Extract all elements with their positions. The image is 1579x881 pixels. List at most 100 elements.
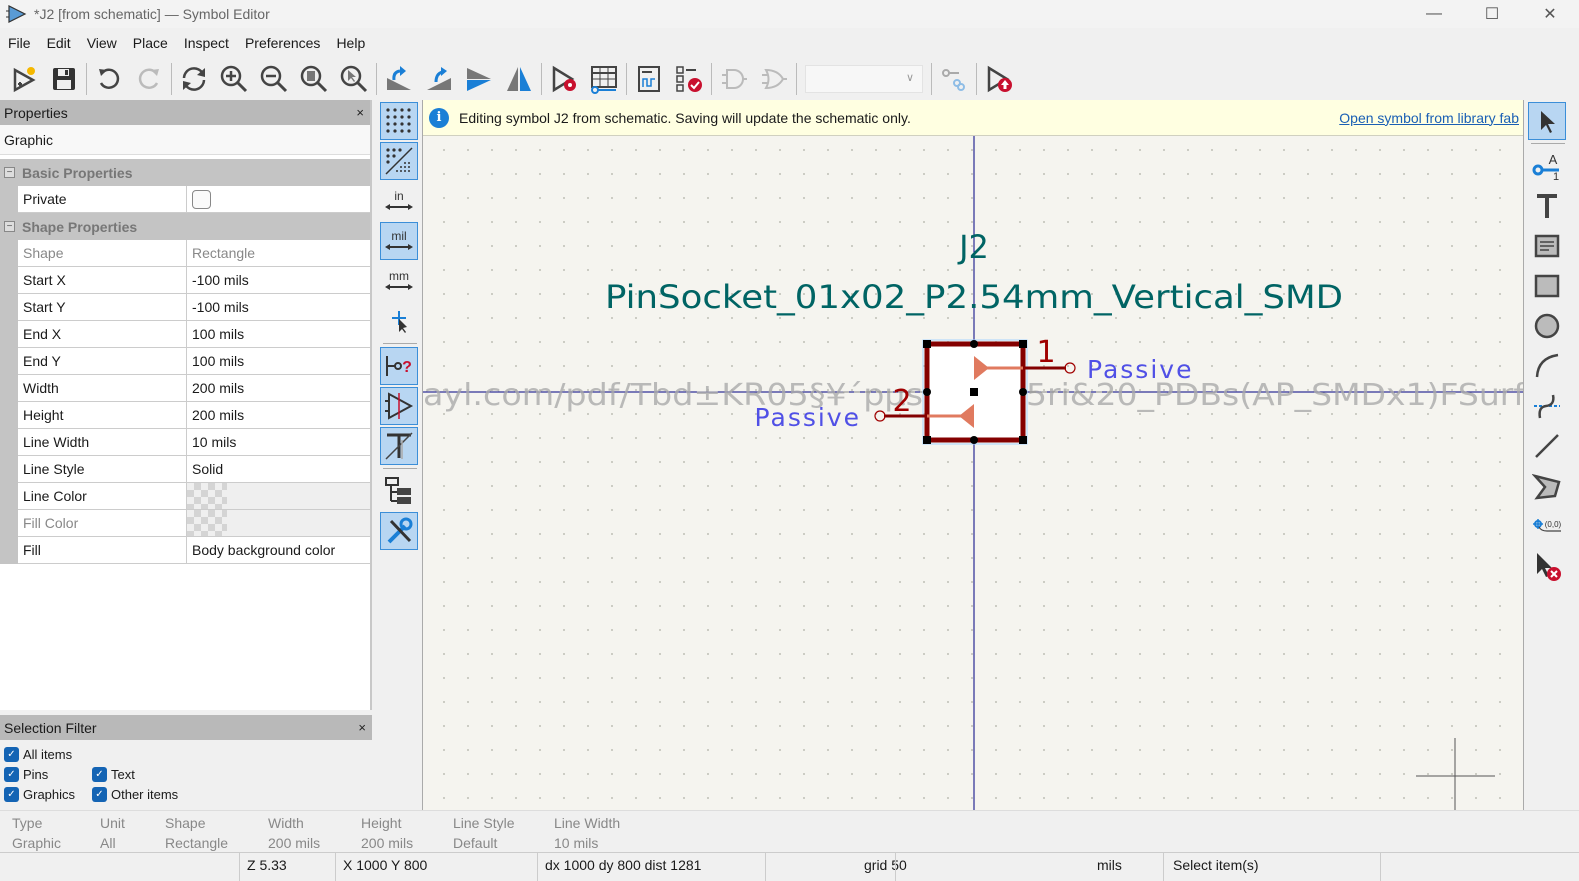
add-circle-button[interactable]: [1528, 307, 1566, 345]
deMorgan-standard-button[interactable]: [714, 60, 754, 98]
property-value-start-x[interactable]: -100 mils: [187, 267, 370, 293]
pin-table-button[interactable]: [584, 60, 624, 98]
delete-tool-button[interactable]: [1528, 547, 1566, 585]
menu-view[interactable]: View: [79, 35, 125, 51]
minimize-button[interactable]: —: [1405, 0, 1463, 28]
zoom-selection-button[interactable]: [334, 60, 374, 98]
save-button[interactable]: [44, 60, 84, 98]
msg-value: All: [100, 835, 116, 851]
properties-manager-button[interactable]: [380, 512, 418, 550]
new-symbol-button[interactable]: [4, 60, 44, 98]
add-bezier-button[interactable]: [1528, 387, 1566, 425]
full-crosshair-button[interactable]: [380, 302, 418, 340]
add-arc-button[interactable]: [1528, 347, 1566, 385]
zoom-fit-button[interactable]: [294, 60, 334, 98]
grid-toggle-button[interactable]: [380, 102, 418, 140]
symbol-checker-button[interactable]: [669, 60, 709, 98]
show-hidden-fields-button[interactable]: [380, 427, 418, 465]
properties-panel: Properties × Graphic − Basic Properties …: [0, 100, 372, 710]
units-mm-button[interactable]: mm: [380, 262, 418, 300]
add-rectangle-button[interactable]: [1528, 267, 1566, 305]
private-checkbox[interactable]: [192, 190, 211, 209]
value-field: PinSocket_01x02_P2.54mm_Vertical_SMD: [605, 278, 1343, 316]
menu-help[interactable]: Help: [328, 35, 373, 51]
close-button[interactable]: ✕: [1521, 0, 1579, 28]
property-value-end-y[interactable]: 100 mils: [187, 348, 370, 374]
filter-label: Text: [111, 766, 135, 782]
checkbox-checked-icon[interactable]: ✓: [4, 766, 19, 782]
toolbar-separator: [711, 63, 712, 95]
anchor-button[interactable]: (0,0): [1528, 507, 1566, 545]
datasheet-button[interactable]: [629, 60, 669, 98]
filter-pins[interactable]: ✓ Pins: [4, 766, 92, 782]
filter-all-items[interactable]: ✓ All items: [4, 746, 92, 762]
update-symbol-button[interactable]: [979, 60, 1019, 98]
show-hidden-pins-button[interactable]: [380, 387, 418, 425]
add-arc-icon: [1535, 353, 1559, 378]
section-basic-properties[interactable]: − Basic Properties: [0, 159, 370, 186]
show-pin-type-button[interactable]: ?: [380, 347, 418, 385]
filter-graphics[interactable]: ✓ Graphics: [4, 786, 92, 802]
add-line-icon: [1535, 434, 1559, 458]
line-color-swatch[interactable]: [187, 483, 227, 509]
property-value-height[interactable]: 200 mils: [187, 402, 370, 428]
menu-file[interactable]: File: [0, 35, 39, 51]
property-row-line-style: Line Style Solid: [18, 456, 370, 483]
property-value-line-width[interactable]: 10 mils: [187, 429, 370, 455]
collapse-icon[interactable]: −: [4, 221, 15, 232]
collapse-icon[interactable]: −: [4, 167, 15, 178]
svg-text:mil: mil: [391, 229, 406, 243]
menu-place[interactable]: Place: [125, 35, 176, 51]
right-toolbar: A1 (0,0): [1526, 100, 1570, 810]
checkbox-checked-icon[interactable]: ✓: [92, 786, 107, 802]
property-value-width[interactable]: 200 mils: [187, 375, 370, 401]
zoom-in-button[interactable]: [214, 60, 254, 98]
close-icon[interactable]: ×: [358, 720, 366, 735]
rotate-ccw-button[interactable]: [379, 60, 419, 98]
drawing-canvas[interactable]: i Editing symbol J2 from schematic. Savi…: [422, 100, 1524, 810]
maximize-button[interactable]: ☐: [1463, 0, 1521, 28]
redo-button[interactable]: [129, 60, 169, 98]
zoom-out-button[interactable]: [254, 60, 294, 98]
property-key: Fill Color: [18, 510, 187, 536]
property-value-end-x[interactable]: 100 mils: [187, 321, 370, 347]
add-text-button[interactable]: [1528, 187, 1566, 225]
close-icon[interactable]: ×: [356, 105, 364, 120]
save-icon: [53, 68, 75, 90]
add-line-button[interactable]: [1528, 427, 1566, 465]
menu-edit[interactable]: Edit: [39, 35, 79, 51]
checkbox-checked-icon[interactable]: ✓: [4, 786, 19, 802]
filter-other-items[interactable]: ✓ Other items: [92, 786, 212, 802]
checkbox-checked-icon[interactable]: ✓: [4, 746, 19, 762]
property-value-fill[interactable]: Body background color: [187, 537, 370, 563]
add-pin-button[interactable]: A1: [1528, 147, 1566, 185]
units-mils-button[interactable]: mil: [380, 222, 418, 260]
menu-preferences[interactable]: Preferences: [237, 35, 328, 51]
add-textbox-button[interactable]: [1528, 227, 1566, 265]
units-inches-button[interactable]: in: [380, 182, 418, 220]
checkbox-checked-icon[interactable]: ✓: [92, 766, 107, 782]
section-shape-properties[interactable]: − Shape Properties: [0, 213, 370, 240]
undo-button[interactable]: [89, 60, 129, 98]
select-tool-button[interactable]: [1528, 102, 1566, 140]
selection-filter-header: Selection Filter ×: [0, 715, 372, 740]
filter-text[interactable]: ✓ Text: [92, 766, 180, 782]
add-polygon-button[interactable]: [1528, 467, 1566, 505]
unit-selector[interactable]: ∨: [805, 65, 923, 93]
mirror-vertical-button[interactable]: [459, 60, 499, 98]
msg-label: Unit: [100, 815, 125, 831]
pin-link-button[interactable]: [934, 60, 974, 98]
property-row-fill-color: Fill Color: [18, 510, 370, 537]
property-value-start-y[interactable]: -100 mils: [187, 294, 370, 320]
symbol-properties-button[interactable]: [544, 60, 584, 98]
selection-filter-title: Selection Filter: [4, 719, 97, 736]
property-value-line-style[interactable]: Solid: [187, 456, 370, 482]
svg-text:mm: mm: [389, 269, 409, 283]
deMorgan-alternate-button[interactable]: [754, 60, 794, 98]
rotate-cw-button[interactable]: [419, 60, 459, 98]
refresh-button[interactable]: [174, 60, 214, 98]
symbol-tree-button[interactable]: [380, 472, 418, 510]
mirror-horizontal-button[interactable]: [499, 60, 539, 98]
grid-overrides-button[interactable]: [380, 142, 418, 180]
menu-inspect[interactable]: Inspect: [176, 35, 237, 51]
